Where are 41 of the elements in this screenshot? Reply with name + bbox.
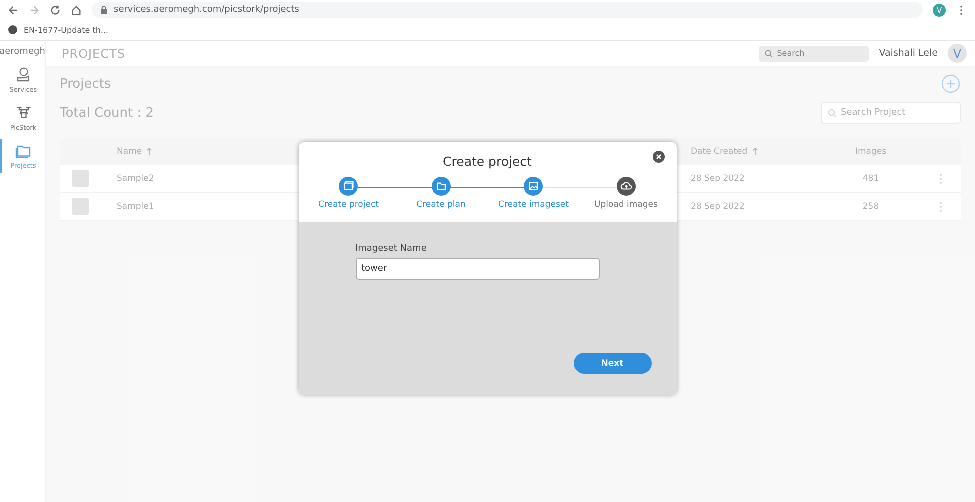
user-avatar[interactable]: V — [948, 44, 967, 63]
profile-avatar[interactable]: V — [933, 4, 946, 16]
search-field[interactable]: Search Project — [821, 102, 961, 124]
input-field[interactable]: tower — [356, 258, 600, 280]
search-icon — [765, 50, 774, 58]
step-label: Upload images — [594, 200, 658, 210]
forward-icon[interactable] — [29, 4, 40, 16]
column-header[interactable]: Images — [855, 146, 887, 156]
home-icon[interactable] — [71, 4, 82, 16]
bookmark-link[interactable]: EN-1677-Update th... — [24, 26, 109, 34]
step-label: Create imageset — [498, 200, 569, 210]
table-cell: 28 Sep 2022 — [691, 202, 745, 212]
column-header[interactable]: Name — [117, 146, 154, 156]
image-thumbnail — [72, 170, 89, 187]
search-field[interactable]: Search — [759, 46, 870, 62]
back-icon[interactable] — [8, 4, 19, 16]
table-cell: 28 Sep 2022 — [691, 174, 745, 184]
sort-arrow-icon[interactable] — [146, 147, 154, 156]
step-label: Create plan — [416, 200, 466, 210]
total-count: Total Count : 2 — [60, 106, 154, 120]
sort-arrow-icon[interactable] — [752, 147, 759, 156]
add-icon[interactable] — [941, 74, 961, 94]
reload-icon[interactable] — [50, 4, 61, 16]
table-cell: 481 — [862, 174, 880, 184]
next-button[interactable]: Next — [574, 353, 652, 374]
page-title: PROJECTS — [62, 46, 126, 60]
table-cell: Sample2 — [117, 174, 154, 184]
field-label: Imageset Name — [356, 244, 428, 254]
search-icon — [828, 108, 837, 118]
table-cell: 258 — [862, 202, 880, 212]
column-header[interactable]: Date Created — [691, 146, 759, 156]
close-icon[interactable] — [652, 151, 664, 163]
dialog-title: Create project — [442, 154, 533, 169]
address-bar[interactable]: services.aeromegh.com/picstork/projects — [92, 2, 923, 18]
section-title: Projects — [60, 76, 112, 92]
image-thumbnail — [72, 198, 89, 215]
table-cell: Sample1 — [117, 202, 154, 212]
logo: aeromegh — [0, 47, 46, 57]
lock-icon — [100, 6, 108, 14]
step-label: Create project — [318, 200, 379, 210]
user-name: Vaishali Lele — [879, 48, 938, 59]
